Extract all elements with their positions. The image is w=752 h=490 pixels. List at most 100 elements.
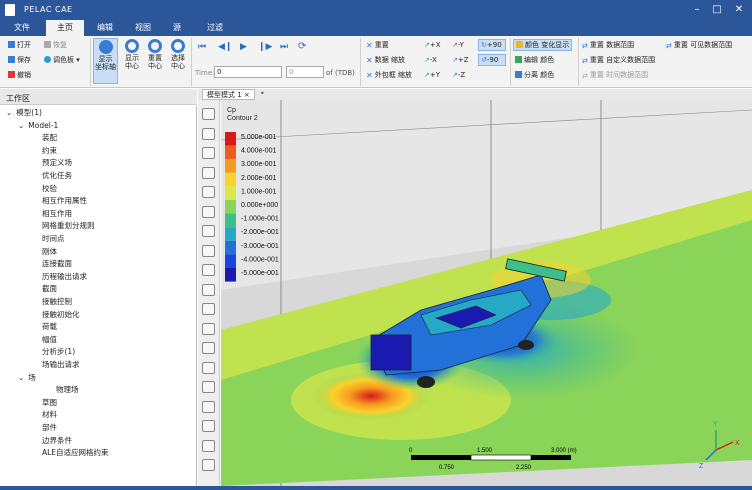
move-icon[interactable] <box>202 342 215 354</box>
reset-custom-range-button[interactable]: ⇄ 重置 自定义数据范围 <box>582 55 655 65</box>
tree-item[interactable]: 分析步(1) <box>42 347 75 357</box>
separate-color-button[interactable]: 分离 颜色 <box>515 70 554 80</box>
chevron-down-icon[interactable]: ⌄ <box>18 121 24 130</box>
tree-item[interactable]: 优化任务 <box>42 171 72 181</box>
list-icon[interactable] <box>202 108 215 120</box>
select-center-button[interactable]: 选择 中心 <box>167 38 189 84</box>
minimize-button[interactable]: – <box>690 3 704 17</box>
dots-icon[interactable] <box>202 439 215 452</box>
tree-item[interactable]: ⌄ 模型(1) <box>6 108 42 118</box>
mesh-icon[interactable] <box>202 361 215 374</box>
legend-label: -3.000e-001 <box>241 243 279 250</box>
capture-icon[interactable] <box>202 225 215 237</box>
tree-item[interactable]: 时间点 <box>42 234 65 244</box>
rotate-minus-90-button[interactable]: ↺-90 <box>478 54 506 66</box>
more-icon[interactable] <box>202 459 215 471</box>
tree-item[interactable]: 接触初始化 <box>42 310 80 320</box>
data-zoom-button[interactable]: ✕ 数据 缩放 <box>366 55 405 65</box>
tree-item[interactable]: 连接截面 <box>42 259 72 269</box>
view-minus-y-button[interactable]: ↗-Y <box>452 40 464 50</box>
tree-item[interactable]: 草图 <box>42 398 57 408</box>
tab-home[interactable]: 主页 <box>46 20 84 36</box>
add-icon[interactable] <box>202 283 215 296</box>
show-axes-button[interactable]: 显示 坐标轴 <box>93 38 118 84</box>
rotate-icon[interactable] <box>202 244 215 257</box>
tree-item[interactable]: 部件 <box>42 423 57 433</box>
undo-button[interactable]: 撤销 <box>8 70 31 80</box>
close-tab-icon[interactable]: × <box>244 91 250 99</box>
tree-item[interactable]: 历程输出请求 <box>42 272 87 282</box>
view-minus-x-button[interactable]: ↗-X <box>424 55 437 65</box>
tree-item[interactable]: 幅值 <box>42 335 57 345</box>
close-circle-icon[interactable] <box>202 166 215 179</box>
reset-center-button[interactable]: 重置 中心 <box>144 38 166 84</box>
view-plus-x-button[interactable]: ↗+X <box>424 40 441 50</box>
chevron-down-icon[interactable]: ⌄ <box>18 373 24 382</box>
view-plus-z-button[interactable]: ↗+Z <box>452 55 469 65</box>
close-button[interactable]: ✕ <box>732 3 746 17</box>
reset-visible-range-button[interactable]: ⇄ 重置 可见数据范围 <box>666 40 732 50</box>
show-center-button[interactable]: 显示 中心 <box>121 38 143 84</box>
color-change-display-button[interactable]: 颜色 变化显示 <box>513 39 573 51</box>
tab-model-view[interactable]: 模型模式 1 × <box>202 89 255 100</box>
view-minus-z-button[interactable]: ↗-Z <box>452 70 465 80</box>
open-button[interactable]: 打开 <box>8 40 31 50</box>
tree-item[interactable]: 边界条件 <box>42 436 72 446</box>
chevron-down-icon[interactable]: ⌄ <box>6 108 12 117</box>
tree-item-label: 荷载 <box>42 322 57 332</box>
reset-view-button[interactable]: ✕ 重置 <box>366 40 389 50</box>
point-icon[interactable] <box>202 381 215 393</box>
tree-item[interactable]: 截面 <box>42 284 57 294</box>
tree-item[interactable]: 物理场 <box>56 385 79 395</box>
tree-item[interactable]: ⌄ 场 <box>18 373 36 383</box>
first-frame-button[interactable]: ⏮ <box>198 42 206 52</box>
tree-item[interactable]: 相互作用属性 <box>42 196 87 206</box>
reset-data-range-button[interactable]: ⇄ 重置 数据范围 <box>582 40 634 50</box>
tree-item[interactable]: 刚体 <box>42 247 57 257</box>
tab-file[interactable]: 文件 <box>4 20 40 36</box>
view-plus-y-alt-button[interactable]: ↗+Y <box>424 70 440 80</box>
tab-edit[interactable]: 编辑 <box>88 20 122 36</box>
last-frame-button[interactable]: ⏭ <box>280 42 288 52</box>
tab-source[interactable]: 源 <box>164 20 190 36</box>
select-center-icon <box>171 39 185 53</box>
tree-item[interactable]: ⌄ Model-1 <box>18 121 58 131</box>
palette-button[interactable]: 调色板 ▾ <box>44 55 80 65</box>
tree-item[interactable]: 装配 <box>42 133 57 143</box>
time-input[interactable]: 0 <box>214 66 282 78</box>
edit-color-button[interactable]: 编辑 颜色 <box>515 55 554 65</box>
play-button[interactable]: ▶ <box>240 42 247 52</box>
grid-icon[interactable] <box>202 420 215 432</box>
camera-icon[interactable] <box>202 186 215 198</box>
rotate-plus-90-button[interactable]: ↻+90 <box>478 39 506 51</box>
tree-item[interactable]: 相互作用 <box>42 209 72 219</box>
3d-viewport[interactable]: 5.000e-001 4.000e-001 3.000e-001 2.000e-001… <box>221 100 752 486</box>
tree-item[interactable]: 材料 <box>42 410 57 420</box>
maximize-button[interactable]: □ <box>710 3 724 17</box>
tree-item[interactable]: ALE自适应网格约束 <box>42 448 109 458</box>
prev-frame-button[interactable]: ◀❙ <box>218 42 232 52</box>
tab-view[interactable]: 视图 <box>126 20 160 36</box>
tab-filter[interactable]: 过滤 <box>198 20 232 36</box>
tree-item[interactable]: 校验 <box>42 184 57 194</box>
tree-item[interactable]: 预定义场 <box>42 158 72 168</box>
reset-time-range-button[interactable]: ⇄ 重置 时间数据范围 <box>582 70 648 80</box>
remove-icon[interactable] <box>202 303 215 315</box>
split-icon[interactable] <box>202 147 215 159</box>
outline-zoom-button[interactable]: ✕ 外包框 缩放 <box>366 70 412 80</box>
tree-item[interactable]: 约束 <box>42 146 57 156</box>
step-input[interactable]: 0 <box>286 66 324 78</box>
tree-item[interactable]: 接触控制 <box>42 297 72 307</box>
probe-icon[interactable] <box>202 322 215 335</box>
tree-item[interactable]: 荷载 <box>42 322 57 332</box>
cloud-icon[interactable] <box>202 400 215 413</box>
tree-item[interactable]: 场输出请求 <box>42 360 80 370</box>
zoom-icon[interactable] <box>202 264 215 276</box>
loop-button[interactable]: ⟳ <box>298 42 306 52</box>
restore-button[interactable]: 恢复 <box>44 40 67 50</box>
frame-icon[interactable] <box>202 127 215 140</box>
copy-icon[interactable] <box>202 205 215 218</box>
next-frame-button[interactable]: ❙▶ <box>258 42 272 52</box>
save-button[interactable]: 保存 <box>8 55 31 65</box>
tree-item[interactable]: 网格重划分规则 <box>42 221 95 231</box>
